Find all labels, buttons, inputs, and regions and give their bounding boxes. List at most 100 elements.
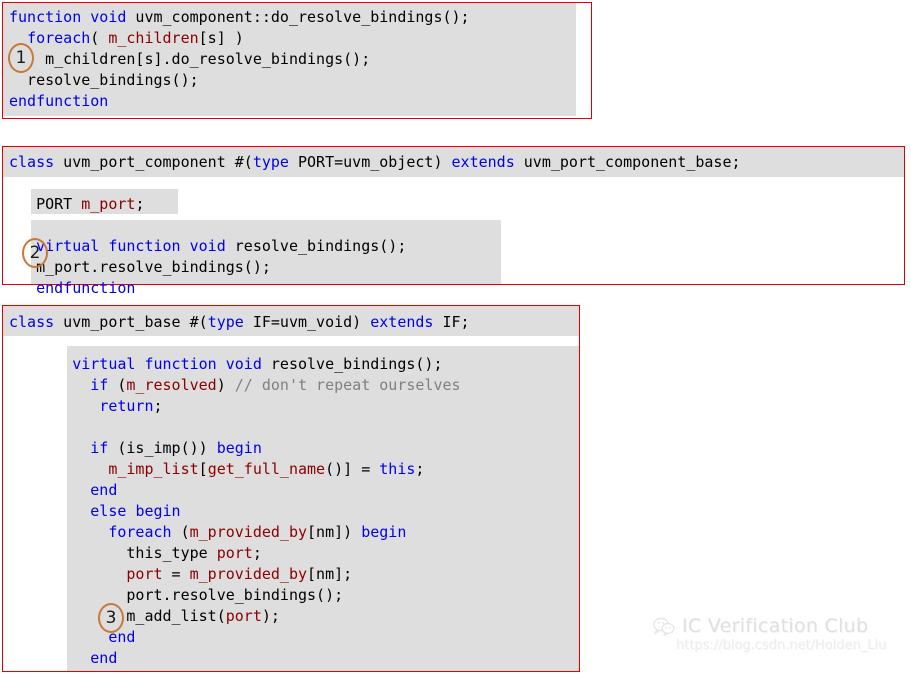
code-token: resolve_bindings();	[225, 237, 407, 255]
code-token: PORT=uvm_object)	[288, 153, 452, 171]
code-token: function	[9, 8, 82, 26]
code-token: m_children[s].do_resolve_bindings();	[9, 50, 371, 68]
code-line: m_port.resolve_bindings();	[9, 257, 741, 278]
code-line: virtual function void resolve_bindings()…	[9, 354, 470, 375]
code-line: port = m_provided_by[nm];	[9, 564, 470, 585]
code-token: resolve_bindings();	[261, 355, 443, 373]
code-token: if	[90, 376, 109, 394]
code-token: );	[261, 607, 280, 625]
watermark-title: IC Verification Club	[682, 615, 869, 637]
code-token: m_provided_by	[189, 523, 308, 541]
step-marker-1: 1	[8, 43, 34, 73]
code-token: get_full_name	[207, 460, 326, 478]
code-token: uvm_port_component #(	[54, 153, 253, 171]
code-token: m_provided_by	[189, 565, 308, 583]
code-lines: function void uvm_component::do_resolve_…	[9, 7, 470, 112]
code-line: function void uvm_component::do_resolve_…	[9, 7, 470, 28]
code-token: begin	[135, 502, 181, 520]
code-lines: class uvm_port_component #(type PORT=uvm…	[9, 152, 741, 299]
code-token: port.resolve_bindings();	[9, 586, 344, 604]
code-token: // don't repeat ourselves	[234, 376, 461, 394]
code-line: foreach (m_provided_by[nm]) begin	[9, 522, 470, 543]
code-token: function	[144, 355, 217, 373]
code-token: ;	[135, 195, 145, 213]
code-line: class uvm_port_base #(type IF=uvm_void) …	[9, 312, 470, 333]
code-token: ()] =	[325, 460, 380, 478]
code-token: void	[189, 237, 226, 255]
code-line: resolve_bindings();	[9, 70, 470, 91]
step-marker-3: 3	[98, 603, 124, 633]
code-token: [nm];	[307, 565, 353, 583]
code-token: m_imp_list	[108, 460, 199, 478]
watermark-row: IC Verification Club	[653, 615, 903, 637]
code-line: end	[9, 480, 470, 501]
code-line: m_children[s].do_resolve_bindings();	[9, 49, 470, 70]
watermark: IC Verification Club https://blog.csdn.n…	[653, 615, 903, 670]
code-lines: class uvm_port_base #(type IF=uvm_void) …	[9, 312, 470, 669]
code-token: uvm_port_component_base;	[514, 153, 741, 171]
code-block-uvm-component: function void uvm_component::do_resolve_…	[2, 2, 592, 119]
code-line: else begin	[9, 501, 470, 522]
code-token: [	[198, 460, 208, 478]
code-token: if	[90, 439, 109, 457]
code-token: PORT	[9, 195, 82, 213]
code-line: port.resolve_bindings();	[9, 585, 470, 606]
code-line: foreach( m_children[s] )	[9, 28, 470, 49]
code-token: this_type	[9, 544, 217, 562]
code-line: PORT m_port;	[9, 194, 741, 215]
code-token: [s] )	[198, 29, 244, 47]
code-line: end	[9, 648, 470, 669]
code-token: (	[90, 29, 109, 47]
code-token: =	[162, 565, 190, 583]
code-token: end	[90, 649, 118, 667]
code-token: extends	[451, 153, 515, 171]
code-token: IF=uvm_void)	[243, 313, 371, 331]
wechat-icon	[653, 617, 675, 636]
code-token: m_port.resolve_bindings();	[9, 258, 271, 276]
code-line: if (is_imp()) begin	[9, 438, 470, 459]
code-line: end	[9, 627, 470, 648]
code-token: else	[90, 502, 127, 520]
code-token: port	[225, 607, 262, 625]
code-token: resolve_bindings();	[9, 71, 199, 89]
code-block-uvm-port-base: class uvm_port_base #(type IF=uvm_void) …	[2, 305, 580, 672]
code-token: uvm_component::do_resolve_bindings();	[126, 8, 470, 26]
code-token: uvm_port_base #(	[54, 313, 208, 331]
code-token: class	[9, 313, 55, 331]
code-token: (is_imp())	[108, 439, 217, 457]
code-token: class	[9, 153, 55, 171]
code-token: ;	[252, 544, 262, 562]
code-token: virtual	[72, 355, 136, 373]
code-token: type	[207, 313, 244, 331]
code-token: endfunction	[9, 92, 109, 110]
code-token: void	[225, 355, 262, 373]
step-marker-2: 2	[22, 238, 48, 268]
code-token: end	[90, 481, 118, 499]
code-token: m_resolved	[126, 376, 217, 394]
code-token: type	[252, 153, 289, 171]
code-line: virtual function void resolve_bindings()…	[9, 236, 741, 257]
code-token: )	[216, 376, 235, 394]
code-token: IF;	[433, 313, 470, 331]
code-token: foreach	[108, 523, 172, 541]
code-token: extends	[370, 313, 434, 331]
code-token: void	[90, 8, 127, 26]
code-token: ;	[415, 460, 425, 478]
code-token: (	[171, 523, 190, 541]
